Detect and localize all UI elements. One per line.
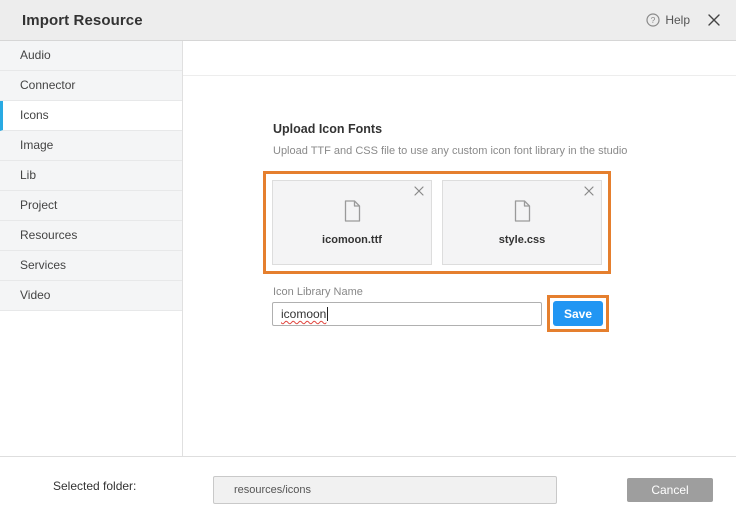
selected-folder-input[interactable] [213,476,557,504]
dialog-title: Import Resource [0,12,143,29]
dialog-header: Import Resource ? Help [0,0,736,41]
content-divider [183,75,736,76]
resource-type-sidebar: Audio Connector Icons Image Lib Project … [0,41,183,456]
uploaded-files-highlight: icomoon.ttf style.css [263,171,611,274]
help-label: Help [665,13,690,27]
sidebar-item-services[interactable]: Services [0,251,182,281]
sidebar-item-connector[interactable]: Connector [0,71,182,101]
upload-heading: Upload Icon Fonts [273,122,736,136]
icon-library-name-label: Icon Library Name [273,286,736,298]
upload-description: Upload TTF and CSS file to use any custo… [273,145,736,157]
svg-text:?: ? [651,15,656,25]
selected-folder-label: Selected folder: [53,479,136,493]
sidebar-item-audio[interactable]: Audio [0,41,182,71]
library-name-row: icomoon Save [272,302,736,332]
sidebar-item-video[interactable]: Video [0,281,182,311]
file-name: icomoon.ttf [322,234,382,246]
icon-library-name-value: icomoon [281,307,326,321]
sidebar-item-resources[interactable]: Resources [0,221,182,251]
save-button[interactable]: Save [553,301,603,326]
dialog-body: Audio Connector Icons Image Lib Project … [0,41,736,456]
file-name: style.css [499,234,545,246]
cancel-button[interactable]: Cancel [627,478,713,502]
file-card-ttf: icomoon.ttf [272,180,432,265]
dialog-footer: Selected folder: Cancel [0,456,736,511]
document-icon [514,200,531,227]
sidebar-item-image[interactable]: Image [0,131,182,161]
import-resource-dialog: Import Resource ? Help [0,0,736,511]
text-caret [327,307,328,321]
help-circle-icon: ? [646,13,660,27]
sidebar-item-project[interactable]: Project [0,191,182,221]
document-icon [344,200,361,227]
close-button[interactable] [707,13,721,27]
sidebar-item-lib[interactable]: Lib [0,161,182,191]
save-button-highlight: Save [547,295,609,332]
remove-file-button[interactable] [414,186,424,196]
icons-panel: Upload Icon Fonts Upload TTF and CSS fil… [183,41,736,456]
header-actions: ? Help [646,13,736,27]
file-card-css: style.css [442,180,602,265]
sidebar-item-icons[interactable]: Icons [0,101,182,131]
help-button[interactable]: ? Help [646,13,690,27]
close-icon [707,13,721,27]
icon-library-name-input[interactable]: icomoon [272,302,542,326]
remove-file-button[interactable] [584,186,594,196]
